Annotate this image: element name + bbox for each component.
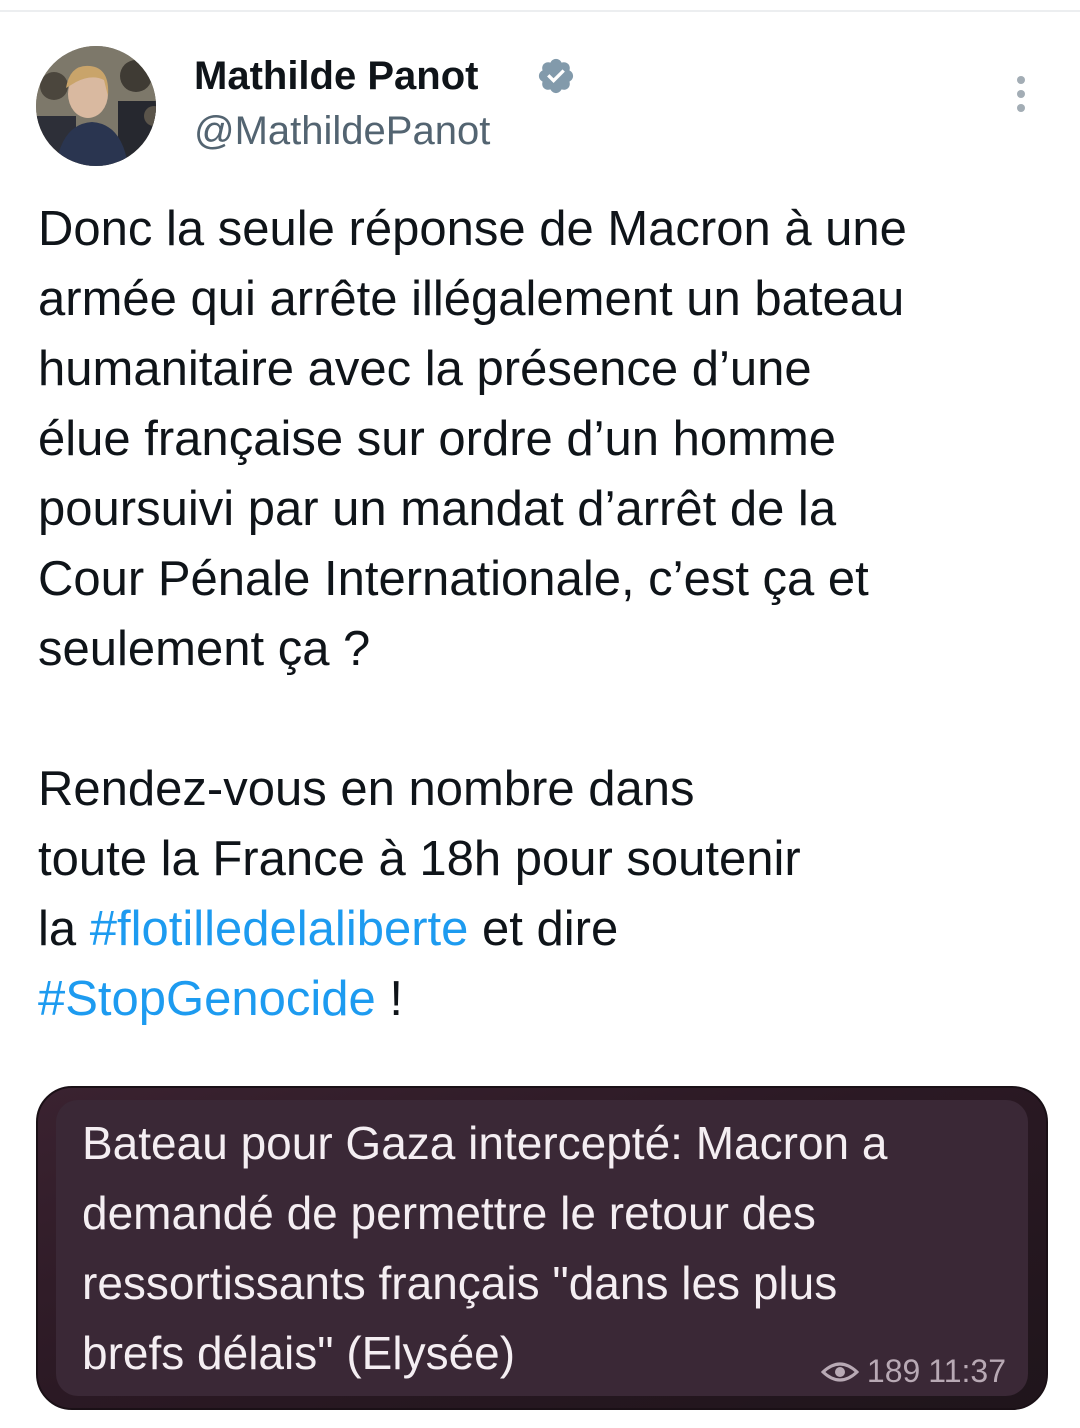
eye-icon [820,1362,859,1381]
tweet-line-text: la [38,902,90,956]
tweet-line: Donc la seule réponse de Macron à une [38,202,907,256]
tweet-line: élue française sur ordre d’un homme [38,412,837,466]
tweet-line: Cour Pénale Internationale, c’est ça et [38,552,869,606]
tweet-line: Rendez-vous en nombre dans [38,762,695,816]
tweet-line: la #flotilledelaliberte et dire [38,894,1038,964]
tweet-line: armée qui arrête illégalement un bateau [38,272,905,326]
hashtag-link[interactable]: #StopGenocide [38,972,376,1026]
tweet-header: Mathilde Panot @MathildePanot [36,44,1046,174]
message-meta: 189 11:37 [820,1353,1006,1390]
tweet-line-text: et dire [468,902,619,956]
tweet-line: poursuivi par un mandat d’arrêt de la [38,482,837,536]
more-options-icon[interactable] [1006,74,1036,114]
display-name[interactable]: Mathilde Panot [194,54,478,98]
media-card[interactable]: Bateau pour Gaza intercepté: Macron a de… [36,1086,1048,1410]
view-count: 189 [866,1353,921,1389]
tweet-line: #StopGenocide ! [38,964,1038,1034]
tweet-line: toute la France à 18h pour soutenir [38,832,801,886]
avatar[interactable] [36,46,156,166]
user-handle[interactable]: @MathildePanot [194,108,490,154]
tweet-line-text: ! [375,972,404,1026]
message-text: Bateau pour Gaza intercepté: Macron a de… [82,1108,1022,1388]
verified-badge-icon [538,58,574,94]
tweet-line: seulement ça ? [38,622,371,676]
message-line: Bateau pour Gaza intercepté: Macron a [82,1117,888,1169]
message-line: demandé de permettre le retour des [82,1187,816,1239]
message-line: ressortissants français "dans les plus [82,1257,838,1309]
hashtag-link[interactable]: #flotilledelaliberte [90,902,469,956]
tweet-text: Donc la seule réponse de Macron à une ar… [38,194,1038,1034]
top-divider [0,0,1080,12]
message-time: 11:37 [928,1353,1006,1389]
tweet-line: humanitaire avec la présence d’une [38,342,812,396]
